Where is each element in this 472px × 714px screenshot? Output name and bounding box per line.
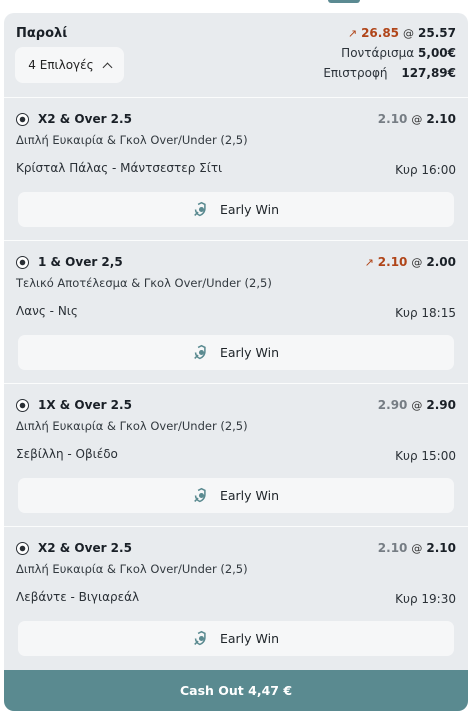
match-name: Λεβάντε - Βιγιαρεάλ [16,590,140,604]
betslip-card: Παρολί 4 Επιλογές ↗ 26.85 @ 25.57 Ποντάρ… [4,13,468,711]
previous-odds: 2.10 [377,112,408,126]
selection-odds: ↗ 2.90 @ 2.90 [378,398,456,412]
early-win-icon [194,344,206,360]
early-win-label: Early Win [219,345,280,360]
current-odds: 2.10 [426,112,456,126]
market-label: X2 & Over 2.5 [38,541,132,555]
selection-item: X2 & Over 2.5 ↗ 2.10 @ 2.10 Διπλή Ευκαιρ… [4,97,468,240]
selection-odds: ↗ 2.10 @ 2.10 [378,541,456,555]
stake-label: Ποντάρισμα [341,46,415,60]
early-win-button[interactable]: Early Win [18,621,454,656]
early-win-label: Early Win [219,631,280,646]
previous-odds: 2.10 [377,541,408,555]
return-line: Επιστροφή 127,89€ [323,66,456,80]
selection-item: 1 & Over 2,5 ↗ 2.10 @ 2.00 Τελικό Αποτέλ… [4,240,468,383]
match-name: Λανς - Νις [16,304,78,318]
betslip-header: Παρολί 4 Επιλογές ↗ 26.85 @ 25.57 Ποντάρ… [4,13,468,97]
market-label: 1 & Over 2,5 [38,255,123,269]
early-win-icon [194,630,206,646]
market-type: Διπλή Ευκαιρία & Γκολ Over/Under (2,5) [16,419,248,433]
current-odds: 2.90 [426,398,456,412]
return-label: Επιστροφή [323,66,388,80]
chevron-up-icon [102,62,113,72]
kickoff-time: Κυρ 16:00 [395,163,456,177]
previous-total-odds: 26.85 [361,26,400,40]
market-type: Διπλή Ευκαιρία & Γκολ Over/Under (2,5) [16,562,248,576]
market-type: Τελικό Αποτέλεσμα & Γκολ Over/Under (2,5… [16,276,272,290]
at-sign: @ [411,255,423,269]
selection-item: 1X & Over 2.5 ↗ 2.90 @ 2.90 Διπλή Ευκαιρ… [4,383,468,526]
early-win-label: Early Win [219,488,280,503]
market-label: 1X & Over 2.5 [38,398,132,412]
current-odds: 2.00 [426,255,456,269]
previous-odds: 2.10 [377,255,408,269]
at-sign: @ [411,398,423,412]
cash-out-label: Cash Out 4,47 € [179,683,293,698]
kickoff-time: Κυρ 18:15 [395,306,456,320]
market-type: Διπλή Ευκαιρία & Γκολ Over/Under (2,5) [16,133,248,147]
kickoff-time: Κυρ 15:00 [395,449,456,463]
soccer-ball-icon [16,255,29,269]
kickoff-time: Κυρ 19:30 [395,592,456,606]
early-win-button[interactable]: Early Win [18,192,454,227]
total-odds-line: ↗ 26.85 @ 25.57 [323,26,456,40]
selections-toggle-button[interactable]: 4 Επιλογές [15,47,124,83]
soccer-ball-icon [16,112,29,126]
early-win-button[interactable]: Early Win [18,478,454,513]
top-tab-indicator [328,0,360,3]
selections-list: X2 & Over 2.5 ↗ 2.10 @ 2.10 Διπλή Ευκαιρ… [4,97,468,669]
soccer-ball-icon [16,541,29,555]
market-label: X2 & Over 2.5 [38,112,132,126]
current-odds: 2.10 [426,541,456,555]
at-sign: @ [403,26,415,40]
cash-out-button[interactable]: Cash Out 4,47 € [4,670,468,711]
early-win-button[interactable]: Early Win [18,335,454,370]
selection-odds: ↗ 2.10 @ 2.10 [378,112,456,126]
at-sign: @ [411,112,423,126]
return-value: 127,89€ [401,66,456,80]
selection-item: X2 & Over 2.5 ↗ 2.10 @ 2.10 Διπλή Ευκαιρ… [4,526,468,669]
stake-line: Ποντάρισμα 5,00€ [323,46,456,60]
current-total-odds: 25.57 [418,26,456,40]
early-win-icon [194,201,206,217]
previous-odds: 2.90 [377,398,408,412]
selections-count-label: 4 Επιλογές [28,58,94,72]
match-name: Σεβίλλη - Οβιέδο [16,447,118,461]
match-name: Κρίσταλ Πάλας - Μάντσεστερ Σίτι [16,161,223,175]
trend-up-icon: ↗ [364,255,374,269]
early-win-icon [194,487,206,503]
early-win-label: Early Win [219,202,280,217]
soccer-ball-icon [16,398,29,412]
stake-value: 5,00€ [418,46,456,60]
at-sign: @ [411,541,423,555]
total-odds-block: ↗ 26.85 @ 25.57 Ποντάρισμα 5,00€ Επιστρο… [323,26,456,80]
trend-up-icon: ↗ [347,26,358,40]
selection-odds: ↗ 2.10 @ 2.00 [365,255,456,269]
